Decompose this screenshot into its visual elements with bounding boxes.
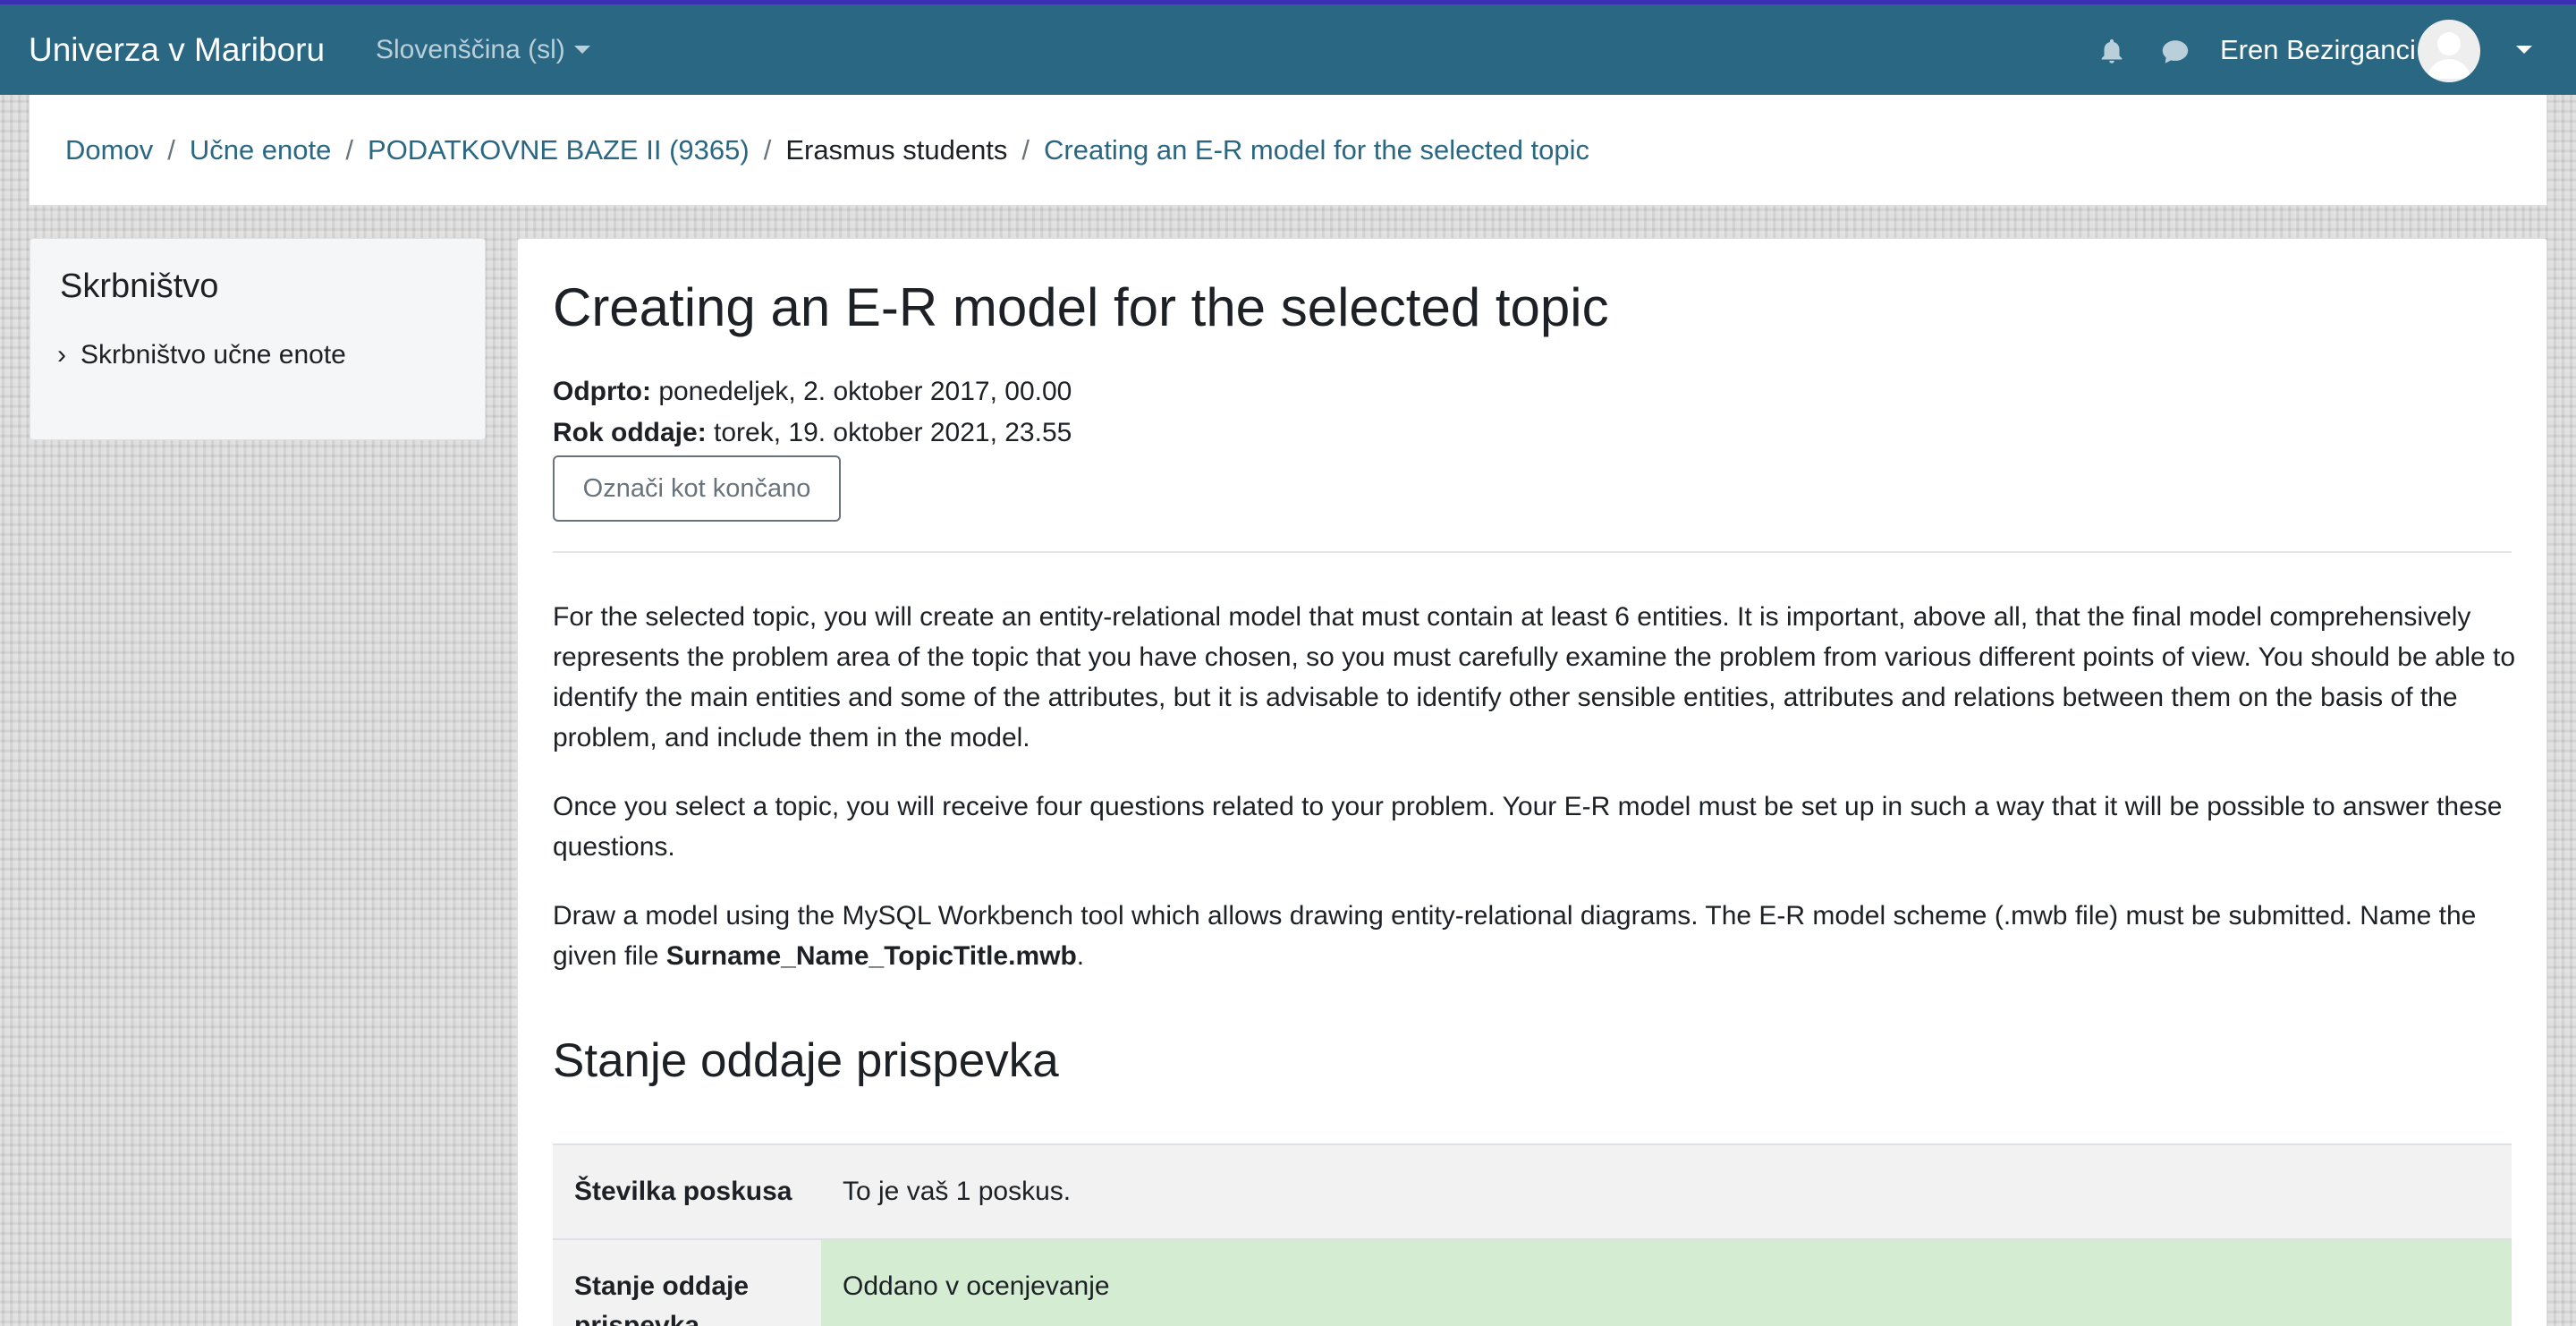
- breadcrumb-section: Erasmus students: [785, 133, 1008, 166]
- breadcrumb-assignment[interactable]: Creating an E-R model for the selected t…: [1044, 134, 1589, 166]
- bell-icon[interactable]: [2097, 37, 2127, 67]
- submission-status-heading: Stanje oddaje prispevka: [553, 1034, 1059, 1087]
- admin-block: Skrbništvo › Skrbništvo učne enote: [30, 238, 486, 440]
- divider: [553, 551, 2512, 553]
- language-label: Slovenščina (sl): [376, 34, 565, 64]
- description-paragraph-2: Once you select a topic, you will receiv…: [553, 792, 2503, 862]
- breadcrumb: Domov / Učne enote / PODATKOVNE BAZE II …: [29, 95, 2547, 206]
- due-date: Rok oddaje: torek, 19. oktober 2021, 23.…: [553, 418, 1072, 447]
- mark-done-button[interactable]: Označi kot končano: [553, 455, 841, 522]
- table-row: Številka poskusa To je vaš 1 poskus.: [553, 1143, 2512, 1238]
- attempt-number-label: Številka poskusa: [553, 1145, 821, 1238]
- page-title: Creating an E-R model for the selected t…: [553, 277, 1609, 337]
- chevron-right-icon: ›: [57, 340, 66, 370]
- breadcrumb-ucne-enote[interactable]: Učne enote: [190, 134, 332, 166]
- breadcrumb-course[interactable]: PODATKOVNE BAZE II (9365): [368, 134, 750, 166]
- breadcrumb-domov[interactable]: Domov: [65, 134, 153, 166]
- assignment-dates: Odprto: ponedeljek, 2. oktober 2017, 00.…: [553, 371, 1072, 454]
- admin-block-title: Skrbništvo: [60, 268, 219, 305]
- description-paragraph-1: For the selected topic, you will create …: [553, 602, 2516, 752]
- user-avatar-icon: [2427, 32, 2471, 79]
- chat-icon[interactable]: [2159, 37, 2191, 67]
- assignment-description: For the selected topic, you will create …: [553, 597, 2521, 1005]
- submission-status-label: Stanje oddaje prispevka: [553, 1240, 821, 1326]
- chevron-down-icon: [573, 46, 590, 54]
- user-menu-chevron-down-icon[interactable]: [2516, 46, 2532, 54]
- avatar[interactable]: [2418, 20, 2480, 82]
- user-name[interactable]: Eren Bezirganci: [2220, 34, 2416, 66]
- attempt-number-value: To je vaš 1 poskus.: [821, 1145, 2512, 1238]
- description-paragraph-3: Draw a model using the MySQL Workbench t…: [553, 901, 2477, 971]
- main-content: Creating an E-R model for the selected t…: [517, 238, 2547, 1326]
- submission-status-value: Oddano v ocenjevanje: [821, 1240, 2512, 1326]
- submission-status-table: Številka poskusa To je vaš 1 poskus. Sta…: [553, 1143, 2512, 1326]
- course-admin-label: Skrbništvo učne enote: [80, 340, 346, 370]
- open-date: Odprto: ponedeljek, 2. oktober 2017, 00.…: [553, 377, 1072, 406]
- top-navbar: Univerza v Mariboru Slovenščina (sl) Ere…: [0, 4, 2576, 95]
- table-row: Stanje oddaje prispevka Oddano v ocenjev…: [553, 1238, 2512, 1326]
- course-admin-item[interactable]: › Skrbništvo učne enote: [57, 340, 346, 370]
- site-brand-link[interactable]: Univerza v Mariboru: [29, 31, 325, 69]
- file-name: Surname_Name_TopicTitle.mwb: [665, 941, 1077, 971]
- language-menu[interactable]: Slovenščina (sl): [376, 35, 590, 65]
